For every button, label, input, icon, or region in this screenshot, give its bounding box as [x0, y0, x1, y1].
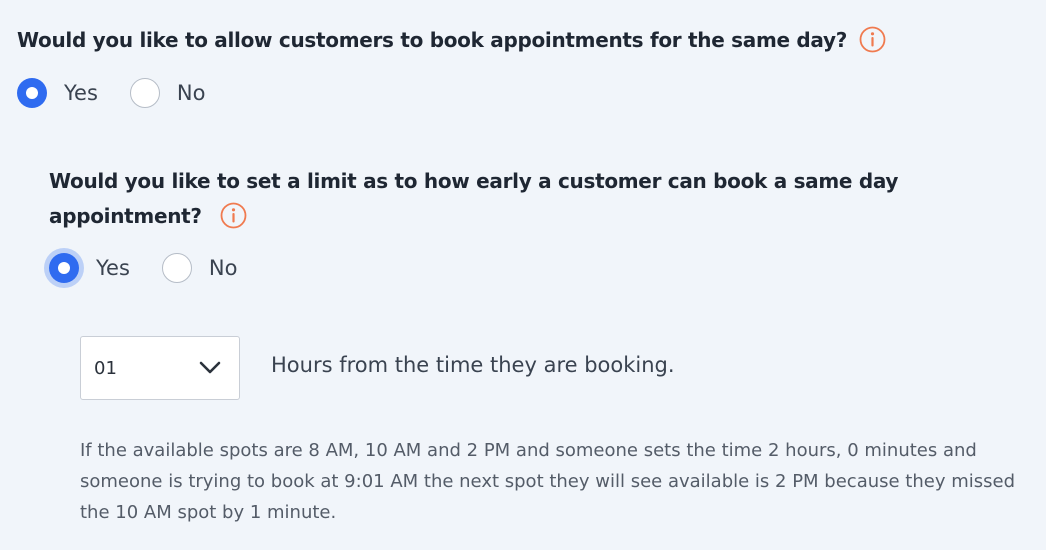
limit-no-radio[interactable] [161, 253, 192, 283]
same-day-radio-group: Yes No [17, 78, 237, 108]
same-day-no-option[interactable]: No [129, 78, 238, 108]
info-icon[interactable] [220, 202, 247, 229]
info-icon[interactable] [859, 26, 886, 53]
limit-yes-radio[interactable] [49, 253, 79, 283]
same-day-question-text: Would you like to allow customers to boo… [17, 27, 848, 52]
limit-no-label[interactable]: No [209, 256, 238, 280]
same-day-question: Would you like to allow customers to boo… [17, 26, 886, 53]
limit-explanation: If the available spots are 8 AM, 10 AM a… [80, 440, 1016, 523]
same-day-yes-radio[interactable] [17, 78, 47, 108]
limit-radio-group: Yes No [49, 253, 269, 283]
same-day-yes-option[interactable]: Yes [17, 78, 130, 108]
limit-no-option[interactable]: No [161, 253, 270, 283]
limit-question-text: Would you like to set a limit as to how … [49, 169, 899, 228]
same-day-yes-label[interactable]: Yes [64, 81, 98, 105]
same-day-no-radio[interactable] [129, 78, 160, 108]
hours-select-value: 01 [94, 357, 117, 379]
hours-suffix-text: Hours from the time they are booking. [271, 353, 675, 377]
chevron-down-icon [199, 361, 221, 375]
limit-question: Would you like to set a limit as to how … [49, 164, 949, 234]
limit-yes-label[interactable]: Yes [96, 256, 130, 280]
hours-select[interactable]: 01 [80, 336, 240, 400]
limit-yes-option[interactable]: Yes [49, 253, 162, 283]
same-day-no-label[interactable]: No [177, 81, 206, 105]
